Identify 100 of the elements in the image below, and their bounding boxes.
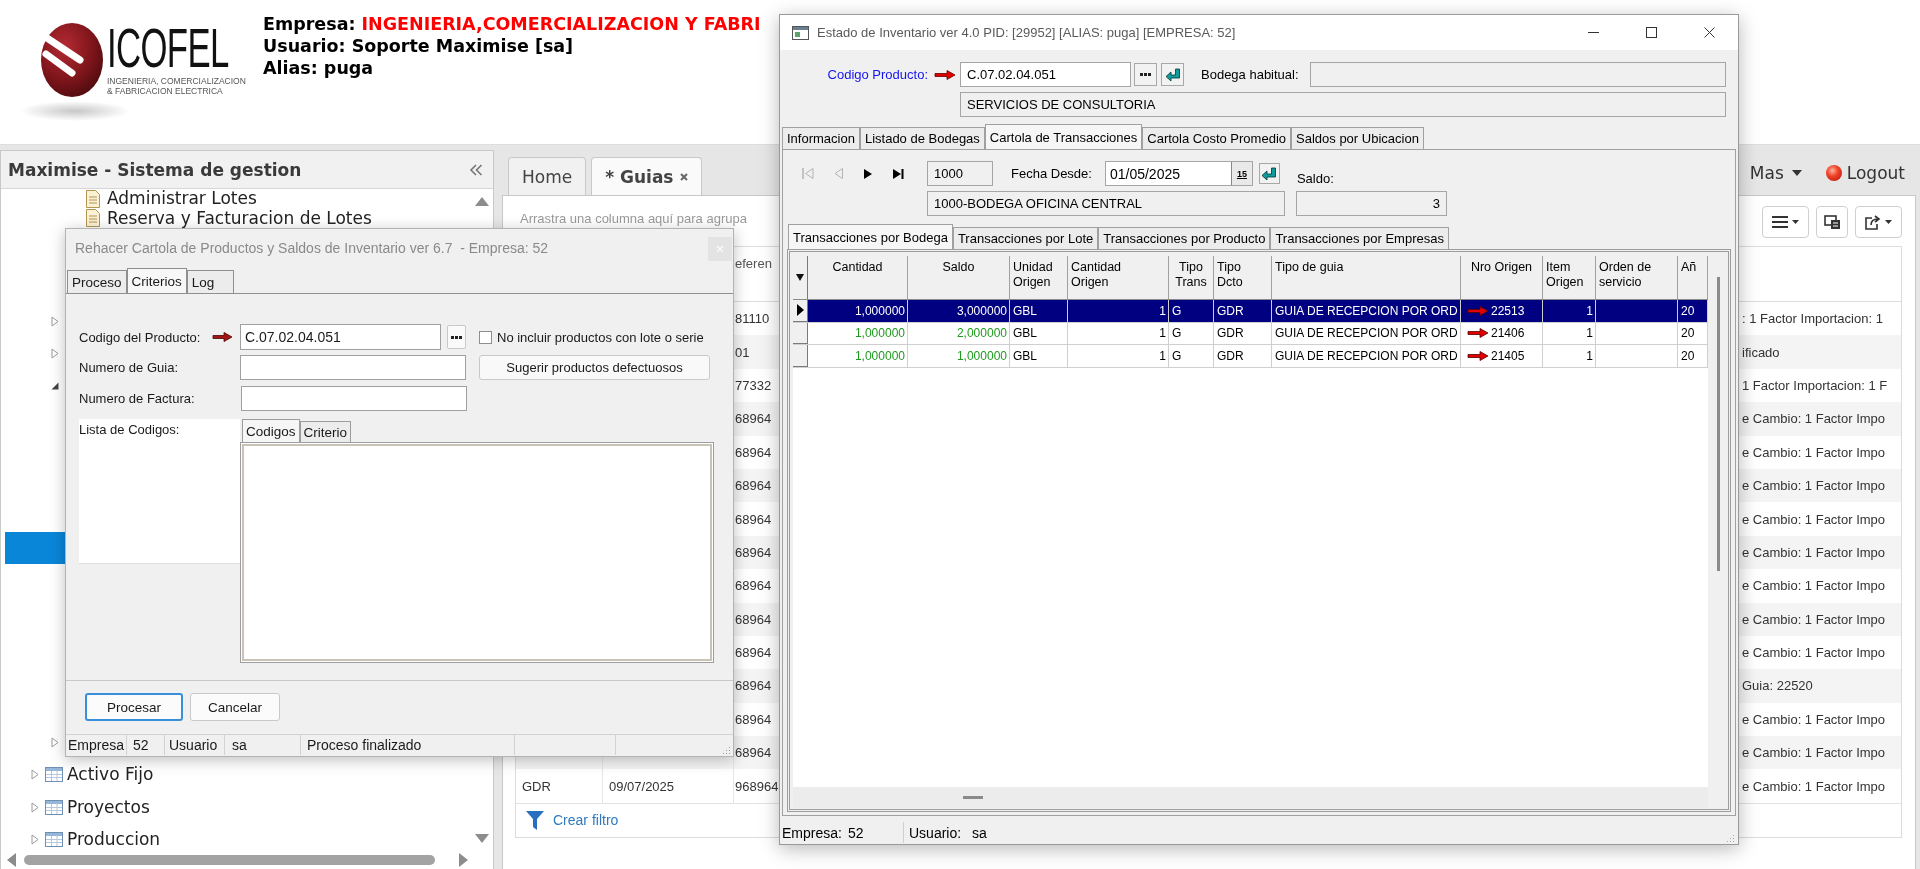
column-header[interactable]: Nro Origen — [1461, 256, 1543, 299]
caret-right-icon[interactable] — [51, 315, 59, 327]
scroll-up-icon[interactable] — [475, 197, 489, 206]
dialog-button[interactable]: Cancelar — [190, 693, 280, 721]
column-header[interactable]: Cantidad — [808, 256, 908, 299]
text-area[interactable] — [240, 442, 714, 663]
resize-grip-icon[interactable] — [1726, 834, 1735, 843]
table-cell-text: 01 — [734, 343, 751, 362]
input-field[interactable] — [241, 386, 467, 411]
input-field[interactable]: C.07.02.04.051 — [240, 324, 441, 350]
field-label: Bodega habitual: — [1201, 67, 1300, 82]
caret-down-icon[interactable] — [51, 382, 59, 391]
table-row[interactable]: 1,000000 3,000000 GBL 1 G GDR GUIA DE RECEPCION POR ORD 22513 1 20 — [793, 300, 1708, 323]
tab[interactable]: Criterio — [299, 421, 352, 442]
document-icon — [85, 189, 101, 208]
browse-button[interactable] — [1134, 63, 1157, 86]
menu-button[interactable] — [1762, 206, 1809, 238]
table-icon — [45, 767, 63, 782]
field-label: Saldo: — [1296, 171, 1334, 186]
column-header[interactable]: Item Origen — [1543, 256, 1596, 299]
origin-link[interactable]: 22513 — [1491, 303, 1525, 318]
caret-down-icon — [1792, 220, 1799, 224]
balance-field: 3 — [1296, 191, 1447, 216]
origin-link[interactable]: 21406 — [1491, 326, 1525, 341]
tab[interactable]: Criterios — [126, 268, 187, 293]
column-header[interactable]: Saldo — [908, 256, 1010, 299]
enter-button[interactable] — [1258, 163, 1280, 184]
tab[interactable]: Cartola de Transacciones — [984, 124, 1143, 149]
scroll-right-icon[interactable] — [459, 853, 468, 867]
table-cell-text: 68964 — [734, 644, 773, 663]
table-cell: G — [1169, 322, 1214, 344]
caret-right-icon[interactable] — [31, 834, 39, 845]
input-field[interactable]: C.07.02.04.051 — [960, 62, 1131, 87]
tab[interactable]: Transacciones por Lote — [952, 227, 1099, 249]
tab[interactable]: * Guias — [591, 157, 702, 195]
tab[interactable]: Home — [508, 157, 587, 195]
table-cell-text: e Cambio: 1 Factor Impo — [1741, 543, 1887, 562]
tree-item[interactable]: Proyectos — [67, 797, 150, 817]
column-header[interactable]: Cantidad Origen — [1068, 256, 1169, 299]
tab[interactable]: Listado de Bodegas — [859, 127, 985, 149]
caret-right-icon[interactable] — [51, 736, 59, 748]
collapse-icon[interactable] — [469, 163, 483, 176]
table-row[interactable]: 1,000000 1,000000 GBL 1 G GDR GUIA DE RECEPCION POR ORD 21405 1 20 — [793, 345, 1708, 368]
input-field[interactable] — [240, 355, 466, 380]
table-cell-text: e Cambio: 1 Factor Impo — [1741, 477, 1887, 496]
column-chooser-button[interactable] — [793, 256, 808, 299]
origin-link[interactable]: 21405 — [1491, 348, 1525, 363]
table-cell-text: 68964 — [734, 577, 773, 596]
column-header[interactable]: Añ — [1678, 256, 1708, 299]
caret-right-icon[interactable] — [51, 348, 59, 360]
header-label: Usuario: — [263, 36, 346, 56]
table-cell-text: 68964 — [734, 710, 773, 729]
browse-button[interactable] — [447, 325, 466, 349]
copy-button[interactable] — [1816, 206, 1848, 238]
more-menu-button[interactable]: Mas — [1749, 162, 1802, 183]
checkbox-label[interactable]: No incluir productos con lote o serie — [497, 329, 704, 345]
drag-handle-icon[interactable] — [963, 796, 983, 799]
column-header[interactable]: Tipo de guia — [1272, 256, 1461, 299]
close-icon[interactable] — [679, 172, 688, 181]
tab[interactable]: Saldos por Ubicacion — [1291, 127, 1424, 149]
caret-right-icon[interactable] — [31, 769, 39, 780]
scroll-left-icon[interactable] — [7, 853, 16, 867]
row-selector[interactable] — [793, 300, 808, 322]
create-filter-link[interactable]: Crear filtro — [526, 810, 619, 830]
arrow-right-icon[interactable] — [1467, 328, 1489, 339]
tab[interactable]: Log — [186, 270, 234, 293]
scroll-down-icon[interactable] — [475, 834, 489, 843]
suggest-button[interactable]: Sugerir productos defectuosos — [479, 355, 710, 380]
table-cell: 20 — [1678, 322, 1708, 344]
tab[interactable]: Transacciones por Empresas — [1270, 227, 1449, 249]
tab[interactable]: Informacion — [782, 127, 860, 149]
scrollbar-thumb[interactable] — [1717, 277, 1720, 571]
tab[interactable]: Proceso — [67, 270, 127, 293]
scrollbar-thumb[interactable] — [24, 855, 435, 865]
checkbox[interactable] — [479, 330, 492, 344]
caret-right-icon[interactable] — [31, 801, 39, 813]
logout-button[interactable]: Logout — [1825, 162, 1905, 183]
column-header[interactable]: Tipo Trans — [1169, 256, 1214, 299]
ellipsis-icon — [1140, 73, 1151, 76]
sidebar-title: Maximise - Sistema de gestion — [8, 159, 302, 180]
tab[interactable]: Transacciones por Producto — [1098, 227, 1271, 249]
table-row[interactable]: 1,000000 2,000000 GBL 1 G GDR GUIA DE RECEPCION POR ORD 21406 1 20 — [793, 322, 1708, 345]
export-button[interactable] — [1855, 206, 1902, 238]
dialog-button[interactable]: Procesar — [85, 693, 183, 721]
field-label: Numero de Guia: — [79, 360, 179, 375]
arrow-right-icon[interactable] — [1467, 350, 1489, 361]
tree-item[interactable]: Reserva y Facturacion de Lotes — [107, 208, 372, 228]
column-header[interactable]: Tipo Dcto — [1214, 256, 1272, 299]
column-header[interactable]: Orden de servicio — [1596, 256, 1678, 299]
column-header[interactable]: eferen — [734, 247, 779, 301]
tab[interactable]: Cartola Costo Promedio — [1142, 127, 1291, 149]
tree-item[interactable]: Produccion — [67, 830, 161, 849]
tab[interactable]: Transacciones por Bodega — [788, 224, 953, 249]
tree-item[interactable]: Administrar Lotes — [107, 189, 257, 209]
table-cell: 1,000000 — [808, 322, 908, 344]
resize-grip-icon[interactable] — [722, 746, 731, 755]
tab[interactable]: Codigos — [242, 419, 300, 442]
enter-button[interactable] — [1161, 63, 1184, 86]
tree-item[interactable]: Activo Fijo — [67, 765, 154, 784]
column-header[interactable]: Unidad Origen — [1010, 256, 1068, 299]
